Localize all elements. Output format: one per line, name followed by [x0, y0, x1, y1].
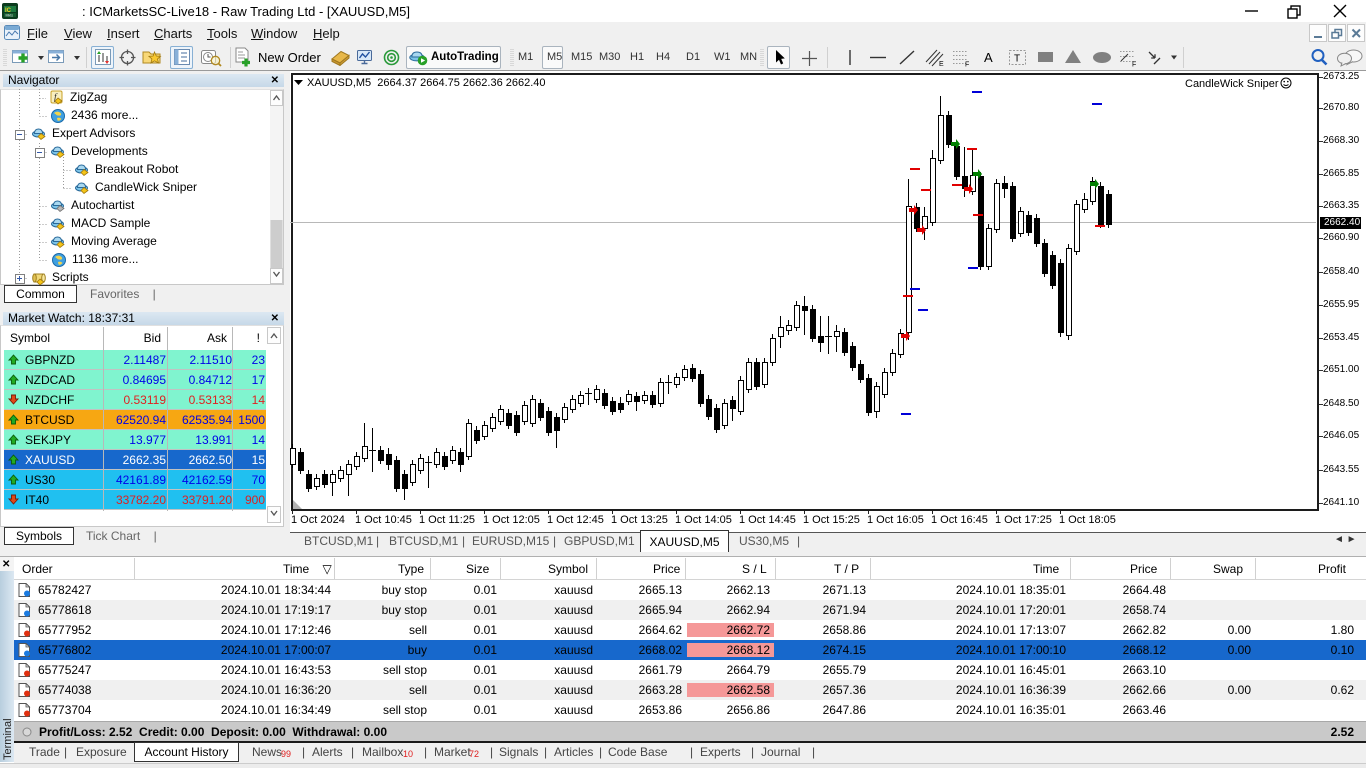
svg-text:E: E — [939, 61, 944, 67]
svg-text:Mkts: Mkts — [6, 14, 14, 18]
svg-text:✕: ✕ — [2, 559, 10, 570]
svg-text:F: F — [1132, 62, 1136, 68]
svg-text:Terminal: Terminal — [2, 718, 14, 760]
svg-text:T: T — [1014, 54, 1020, 65]
svg-text:F: F — [965, 62, 969, 68]
